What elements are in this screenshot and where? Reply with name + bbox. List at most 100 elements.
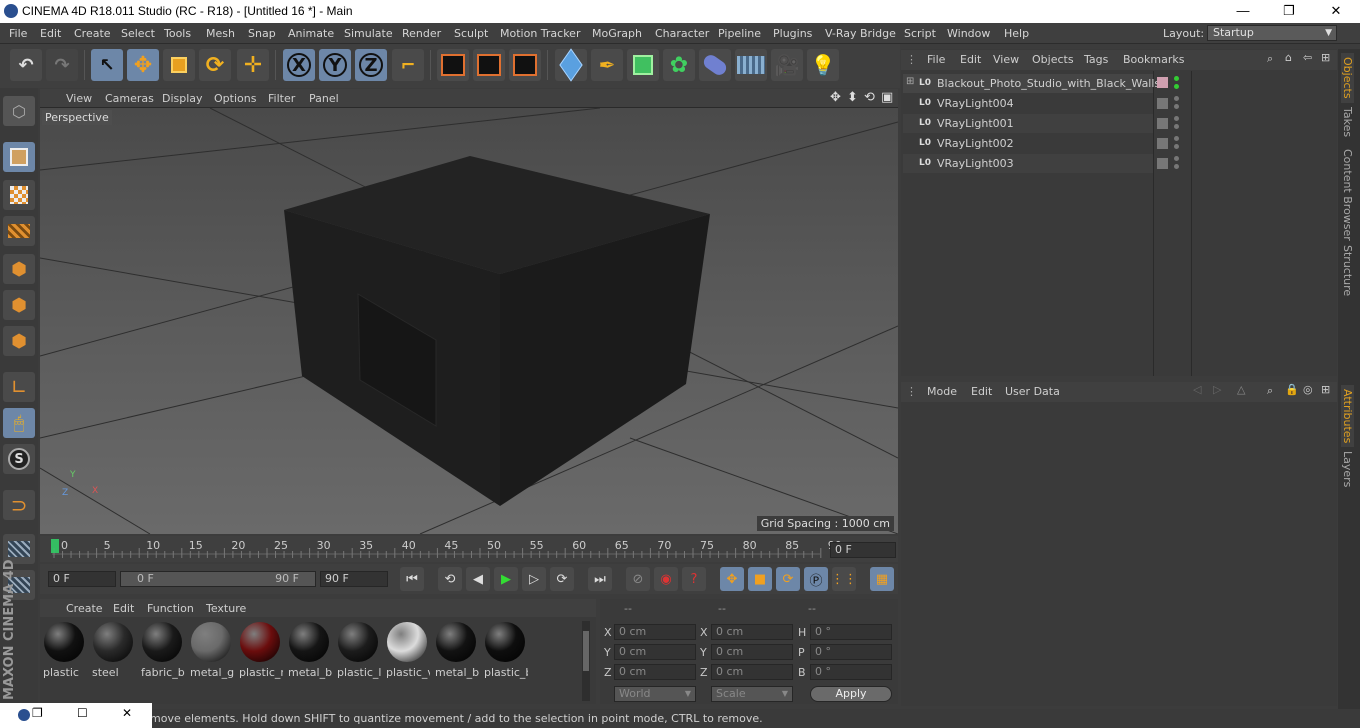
- attributes-menu-mode[interactable]: Mode: [927, 385, 957, 398]
- scrollbar-thumb[interactable]: [583, 631, 589, 671]
- menu-render[interactable]: Render: [402, 27, 441, 40]
- points-mode-icon[interactable]: ⬢: [3, 254, 35, 284]
- menu-tools[interactable]: Tools: [164, 27, 191, 40]
- menu-edit[interactable]: Edit: [40, 27, 61, 40]
- forward-arrow-icon[interactable]: ▷: [1213, 383, 1221, 396]
- material-scrollbar[interactable]: [582, 621, 590, 701]
- polygons-mode-icon[interactable]: ⬢: [3, 326, 35, 356]
- pos-y-field[interactable]: 0 cm: [614, 644, 696, 660]
- undo-icon[interactable]: ↶: [10, 49, 42, 81]
- layer-tag-icon[interactable]: [1157, 138, 1168, 149]
- tweak-mode-icon[interactable]: 🖱: [3, 408, 35, 438]
- object-menu-edit[interactable]: Edit: [960, 53, 981, 66]
- new-panel-icon[interactable]: ⊞: [1321, 51, 1330, 64]
- size-x-field[interactable]: 0 cm: [711, 624, 793, 640]
- lock-icon[interactable]: 🔒: [1285, 383, 1299, 396]
- scale-tool-icon[interactable]: [163, 49, 195, 81]
- key-scale-icon[interactable]: ■: [748, 567, 772, 591]
- camera-icon[interactable]: 🎥: [771, 49, 803, 81]
- material-item[interactable]: plastic_b: [482, 619, 528, 679]
- navigate-icon[interactable]: ⇦: [1303, 51, 1312, 64]
- previous-frame-icon[interactable]: ◀: [466, 567, 490, 591]
- cube-primitive-icon[interactable]: [555, 48, 587, 82]
- deformer-icon[interactable]: [699, 49, 731, 81]
- cloner-icon[interactable]: ✿: [663, 49, 695, 81]
- model-mode-icon[interactable]: [3, 142, 35, 172]
- material-menu-function[interactable]: Function: [147, 602, 194, 615]
- record-keys-icon[interactable]: ⊘: [626, 567, 650, 591]
- toggle-view-icon[interactable]: ▣: [881, 90, 893, 105]
- object-menu-bookmarks[interactable]: Bookmarks: [1123, 53, 1184, 66]
- menu-snap[interactable]: Snap: [248, 27, 276, 40]
- material-item[interactable]: steel: [90, 619, 136, 679]
- tab-content-browser[interactable]: Content Browser: [1341, 149, 1354, 241]
- render-visibility-dot[interactable]: [1174, 84, 1179, 89]
- viewport-menu-options[interactable]: Options: [214, 92, 256, 105]
- tab-layers[interactable]: Layers: [1341, 451, 1354, 487]
- subdivision-surface-icon[interactable]: [627, 49, 659, 81]
- zoom-view-icon[interactable]: ⬍: [847, 90, 858, 105]
- autokey-icon[interactable]: ◉: [654, 567, 678, 591]
- menu-vray-bridge[interactable]: V-Ray Bridge: [825, 27, 896, 40]
- floor-scene-icon[interactable]: [735, 49, 767, 81]
- object-row[interactable]: ⊞ L0 Blackout_Photo_Studio_with_Black_Wa…: [903, 74, 1160, 93]
- layer-color-tag[interactable]: [1157, 77, 1168, 88]
- expand-icon[interactable]: ⊞: [906, 76, 914, 87]
- rotate-tool-icon[interactable]: ⟳: [199, 49, 231, 81]
- redo-icon[interactable]: ↷: [46, 49, 78, 81]
- snapping-icon[interactable]: S: [3, 444, 35, 474]
- search-icon[interactable]: ⌕: [1267, 384, 1273, 398]
- object-row[interactable]: L0 VRayLight002: [903, 134, 1153, 153]
- object-menu-file[interactable]: File: [927, 53, 945, 66]
- next-frame-icon[interactable]: ▷: [522, 567, 546, 591]
- size-y-field[interactable]: 0 cm: [711, 644, 793, 660]
- menu-script[interactable]: Script: [904, 27, 936, 40]
- material-menu-texture[interactable]: Texture: [206, 602, 246, 615]
- editor-visibility-dot[interactable]: [1174, 156, 1179, 161]
- object-menu-objects[interactable]: Objects: [1032, 53, 1074, 66]
- pen-spline-icon[interactable]: ✒: [591, 49, 623, 81]
- editor-visibility-dot[interactable]: [1174, 96, 1179, 101]
- material-item[interactable]: plastic: [41, 619, 87, 679]
- object-menu-view[interactable]: View: [993, 53, 1019, 66]
- go-to-end-icon[interactable]: ⏭: [588, 567, 612, 591]
- menu-sculpt[interactable]: Sculpt: [454, 27, 488, 40]
- menu-character[interactable]: Character: [655, 27, 709, 40]
- material-item[interactable]: plastic_v: [384, 619, 430, 679]
- viewport-menu-panel[interactable]: Panel: [309, 92, 339, 105]
- layout-select[interactable]: Startup ▼: [1207, 25, 1337, 41]
- material-menu-create[interactable]: Create: [66, 602, 103, 615]
- menu-simulate[interactable]: Simulate: [344, 27, 393, 40]
- editor-visibility-dot[interactable]: [1174, 76, 1179, 81]
- tab-objects[interactable]: Objects: [1341, 53, 1354, 103]
- timeline-window-icon[interactable]: ▦: [870, 567, 894, 591]
- menu-select[interactable]: Select: [121, 27, 155, 40]
- magnet-icon[interactable]: ⊃: [3, 490, 35, 520]
- layer-tag-icon[interactable]: [1157, 158, 1168, 169]
- tab-takes[interactable]: Takes: [1341, 107, 1354, 137]
- close-button[interactable]: ✕: [1313, 0, 1359, 23]
- object-menu-tags[interactable]: Tags: [1084, 53, 1108, 66]
- editor-visibility-dot[interactable]: [1174, 116, 1179, 121]
- perspective-viewport[interactable]: Perspective Y X Z Grid Spacing : 1000 cm: [40, 108, 898, 534]
- material-item[interactable]: fabric_b: [139, 619, 185, 679]
- render-view-icon[interactable]: [437, 49, 469, 81]
- maximize-icon[interactable]: ☐: [77, 706, 88, 720]
- render-visibility-dot[interactable]: [1174, 164, 1179, 169]
- attributes-menu-user-data[interactable]: User Data: [1005, 385, 1060, 398]
- pos-x-field[interactable]: 0 cm: [614, 624, 696, 640]
- menu-window[interactable]: Window: [947, 27, 990, 40]
- menu-help[interactable]: Help: [1004, 27, 1029, 40]
- current-frame-field[interactable]: 0 F: [830, 542, 896, 558]
- viewport-menu-display[interactable]: Display: [162, 92, 203, 105]
- material-item[interactable]: plastic_r: [237, 619, 283, 679]
- close-icon[interactable]: ✕: [122, 706, 132, 720]
- target-icon[interactable]: ◎: [1303, 383, 1313, 396]
- material-item[interactable]: metal_g: [188, 619, 234, 679]
- preview-end-field[interactable]: 90 F: [320, 571, 388, 587]
- menu-plugins[interactable]: Plugins: [773, 27, 812, 40]
- rot-p-field[interactable]: 0 °: [810, 644, 892, 660]
- coordinate-mode-select[interactable]: World ▼: [614, 686, 696, 702]
- back-arrow-icon[interactable]: ◁: [1193, 383, 1201, 396]
- menu-file[interactable]: File: [9, 27, 27, 40]
